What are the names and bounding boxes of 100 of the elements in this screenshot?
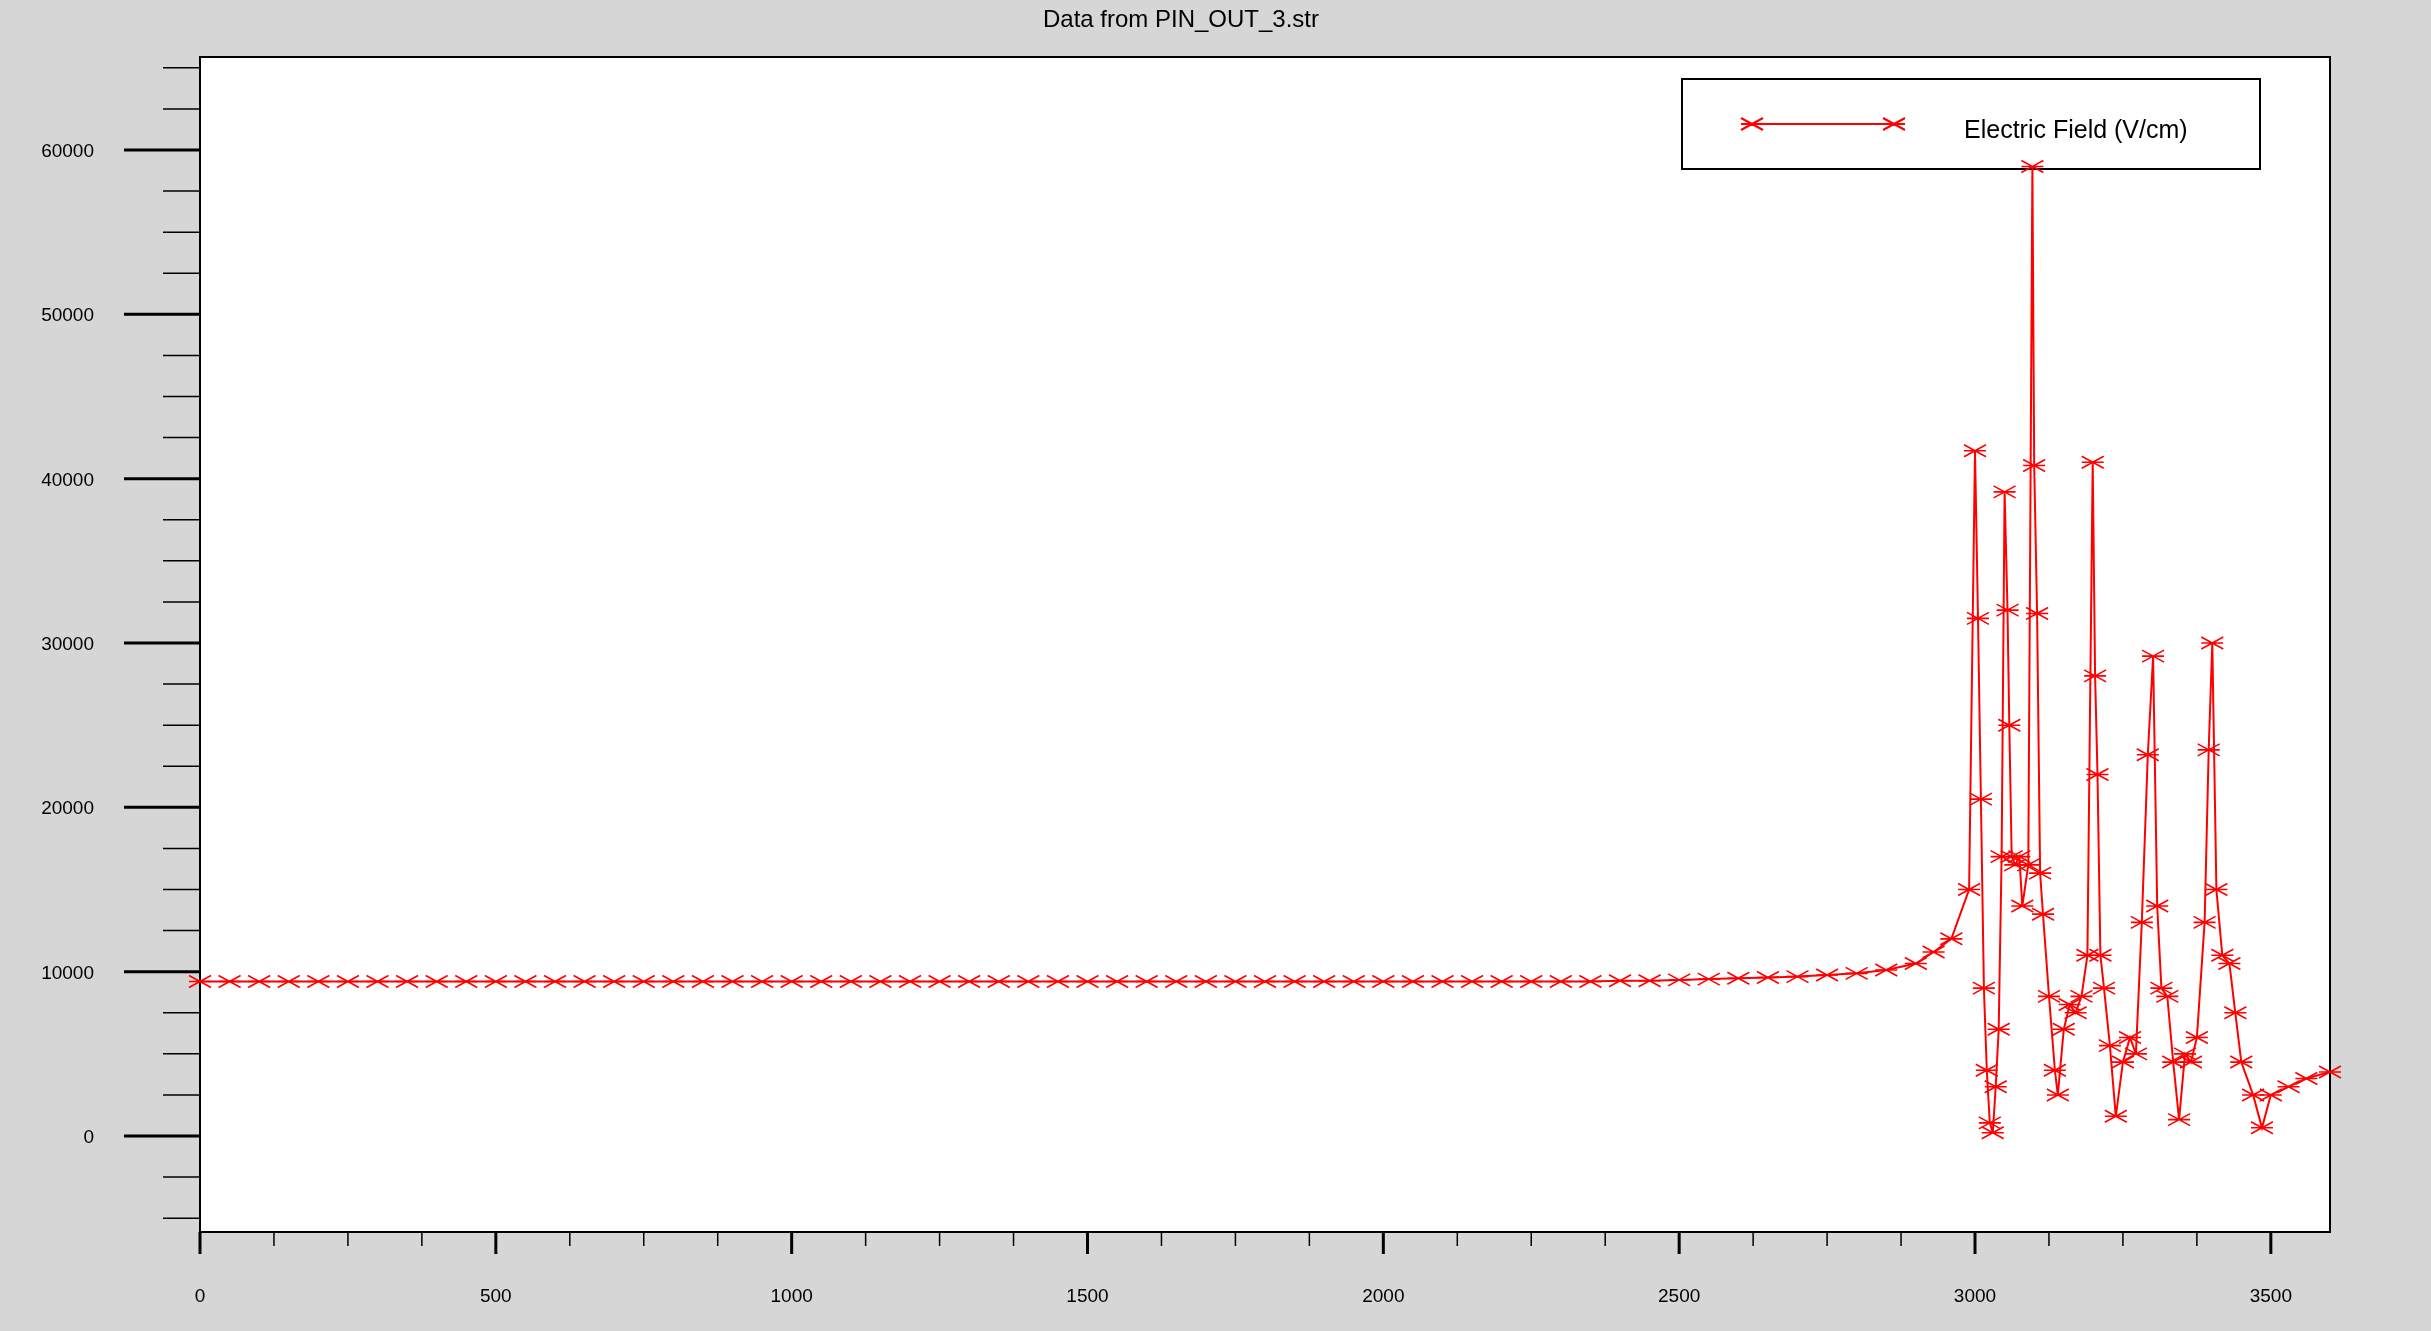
data-marker <box>306 974 331 989</box>
data-marker <box>424 974 449 989</box>
data-marker <box>1016 974 1041 989</box>
data-marker <box>2043 1063 2067 1078</box>
data-marker <box>2210 948 2235 963</box>
tick-label: 500 <box>480 1285 512 1306</box>
data-marker <box>2104 1109 2128 1124</box>
data-marker <box>2092 981 2116 995</box>
data-marker <box>2085 767 2110 782</box>
data-marker <box>1134 974 1159 989</box>
data-marker <box>1874 963 1899 977</box>
data-marker <box>1997 718 2022 732</box>
tick-label: 2500 <box>1658 1285 1701 1306</box>
data-marker <box>1963 443 1987 458</box>
data-marker <box>2118 1030 2142 1045</box>
data-marker <box>1785 969 1810 984</box>
data-marker <box>691 974 715 989</box>
data-marker <box>1430 974 1455 989</box>
data-marker <box>2130 915 2154 930</box>
data-marker <box>1978 1116 2002 1130</box>
data-marker <box>1966 611 1990 626</box>
data-marker <box>2057 997 2082 1012</box>
data-marker <box>2003 858 2028 872</box>
data-marker <box>572 974 597 989</box>
data-marker <box>2069 989 2094 1004</box>
data-marker <box>2063 1006 2088 1020</box>
data-marker <box>1815 968 1839 982</box>
data-marker <box>1975 1063 1999 1078</box>
tick-label: 0 <box>83 1126 94 1148</box>
data-marker <box>1756 970 1780 985</box>
data-marker <box>188 974 212 989</box>
data-marker <box>957 974 981 989</box>
data-marker <box>2161 1055 2185 1069</box>
tick-label: 30000 <box>41 633 94 654</box>
data-marker <box>839 974 863 989</box>
data-marker <box>1939 932 1964 946</box>
data-marker <box>1105 974 1129 989</box>
data-marker <box>2051 1022 2076 1036</box>
data-marker <box>1223 974 1248 989</box>
data-marker <box>2046 1088 2070 1102</box>
data-marker <box>2229 1055 2254 1069</box>
tick-label: 60000 <box>41 140 94 161</box>
data-marker <box>661 974 686 989</box>
tick-label: 20000 <box>41 797 94 819</box>
tick-label: 2000 <box>1362 1285 1405 1306</box>
data-marker <box>1282 974 1307 989</box>
data-marker <box>2007 849 2032 864</box>
data-marker <box>1957 882 1981 897</box>
data-marker <box>2294 1071 2319 1086</box>
data-marker <box>1696 972 1721 986</box>
data-marker <box>2080 455 2105 470</box>
data-marker <box>2020 159 2045 174</box>
data-marker <box>2276 1079 2301 1094</box>
data-marker <box>2098 1038 2122 1053</box>
data-marker <box>2010 899 2035 913</box>
tick-label: 40000 <box>41 468 94 490</box>
data-marker <box>1312 974 1336 989</box>
data-marker <box>1075 974 1100 989</box>
data-marker <box>2124 1047 2148 1061</box>
data-marker <box>1637 973 1662 988</box>
data-marker <box>336 974 360 989</box>
data-marker <box>365 974 390 989</box>
chart-title: Data from PIN_OUT_3.str <box>1042 5 1320 32</box>
data-marker <box>2204 882 2229 897</box>
data-marker <box>631 974 656 989</box>
tick-label: 3000 <box>1953 1285 1997 1306</box>
data-marker <box>2145 899 2170 913</box>
data-marker <box>454 974 479 989</box>
data-marker <box>750 974 774 989</box>
data-marker <box>2083 669 2107 683</box>
data-marker <box>2088 948 2113 963</box>
data-marker <box>1989 849 2014 864</box>
tick-label: 1500 <box>1066 1285 1109 1306</box>
data-marker <box>1986 1022 2011 1036</box>
tick-label: 0 <box>194 1285 206 1306</box>
data-marker <box>2318 1065 2342 1079</box>
data-marker <box>1992 485 2017 499</box>
data-marker <box>276 974 301 989</box>
tick-label: 1000 <box>770 1285 813 1306</box>
data-marker <box>2075 948 2100 963</box>
data-marker <box>2028 866 2052 880</box>
tick-label: 10000 <box>41 961 94 983</box>
data-marker <box>868 974 893 989</box>
data-marker <box>2016 858 2041 872</box>
data-marker <box>2192 915 2217 930</box>
data-marker <box>1341 974 1366 989</box>
data-marker <box>1995 603 2020 617</box>
data-marker <box>2259 1088 2283 1102</box>
data-marker <box>2025 606 2049 621</box>
data-marker <box>2185 1030 2209 1045</box>
data-marker <box>2037 989 2061 1004</box>
data-marker <box>2111 1055 2135 1069</box>
data-marker <box>1999 849 2024 864</box>
data-marker <box>1726 971 1751 986</box>
data-marker <box>1489 974 1514 989</box>
data-marker <box>2141 649 2165 663</box>
data-marker <box>2167 1112 2191 1127</box>
data-marker <box>1578 974 1603 989</box>
data-marker <box>602 974 626 989</box>
data-marker <box>809 974 834 989</box>
